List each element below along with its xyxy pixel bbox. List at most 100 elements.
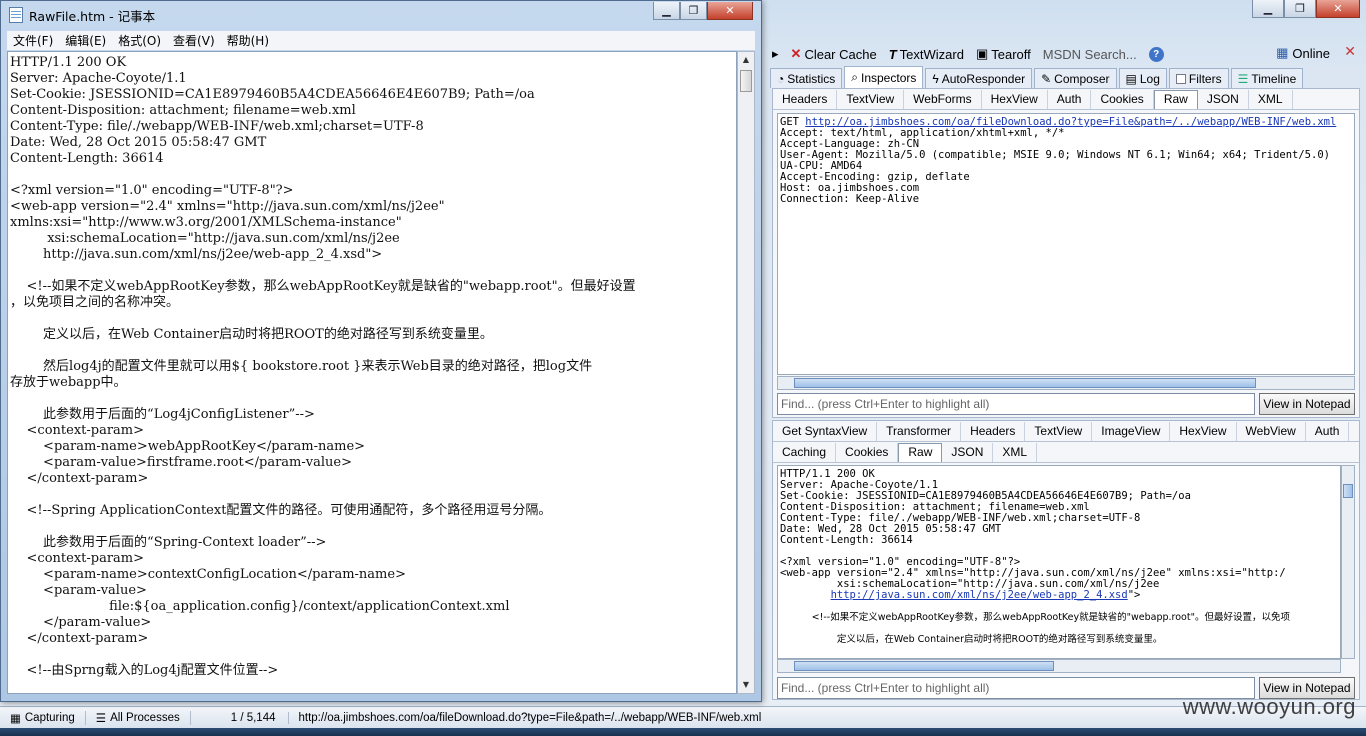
online-indicator[interactable]: ▦ Online: [1276, 45, 1330, 61]
statistics-icon: ◔: [777, 71, 785, 86]
tab-filters[interactable]: Filters: [1168, 68, 1229, 88]
response-raw-text[interactable]: HTTP/1.1 200 OK Server: Apache-Coyote/1.…: [777, 465, 1341, 659]
maximize-icon[interactable]: ❐: [1284, 0, 1316, 18]
taskbar: [0, 728, 1366, 736]
session-count: 1 / 5,144: [191, 711, 289, 724]
lightning-icon: ϟ: [932, 71, 939, 86]
resp-tab-imageview[interactable]: ImageView: [1092, 421, 1171, 441]
resp-tab-get-syntaxview[interactable]: Get SyntaxView: [773, 421, 878, 441]
response-body-head: HTTP/1.1 200 OK Server: Apache-Coyote/1.…: [780, 468, 1286, 590]
req-tab-webforms[interactable]: WebForms: [904, 89, 982, 109]
response-vscroll-thumb[interactable]: [1343, 484, 1353, 498]
log-icon: ▤: [1125, 71, 1137, 86]
composer-icon: ✎: [1041, 71, 1052, 86]
response-xsd-link[interactable]: http://java.sun.com/xml/ns/j2ee/web-app_…: [831, 589, 1128, 601]
req-tab-json[interactable]: JSON: [1198, 89, 1249, 109]
menu-format[interactable]: 格式(O): [112, 32, 167, 49]
textwizard-button[interactable]: T TextWizard: [889, 47, 964, 62]
response-body-comment2: 定义以后，在Web Container启动时将把ROOT的绝对路径写到系统变量里…: [836, 634, 1163, 645]
notepad-window-controls: ▁ ❐ ✕: [653, 2, 753, 20]
resp-tab-cookies[interactable]: Cookies: [836, 442, 899, 462]
menu-view[interactable]: 查看(V): [167, 32, 221, 49]
capture-icon: ▦: [10, 712, 21, 725]
menu-file[interactable]: 文件(F): [7, 32, 59, 49]
help-icon[interactable]: ?: [1148, 46, 1164, 62]
notepad-vscroll-thumb[interactable]: [740, 70, 752, 92]
toolbar-overflow-icon[interactable]: ▸: [772, 46, 779, 62]
inspectors-icon: ⌕: [851, 70, 858, 84]
resp-tab-hexview[interactable]: HexView: [1170, 421, 1237, 441]
request-findbar: Find... (press Ctrl+Enter to highlight a…: [777, 393, 1355, 415]
minimize-icon[interactable]: ▁: [1252, 0, 1284, 18]
msdn-search-input[interactable]: MSDN Search...: [1043, 47, 1137, 62]
req-tab-auth[interactable]: Auth: [1048, 89, 1092, 109]
req-tab-cookies[interactable]: Cookies: [1091, 89, 1154, 109]
notepad-minimize-icon[interactable]: ▁: [653, 2, 680, 20]
notepad-menubar: 文件(F) 编辑(E) 格式(O) 查看(V) 帮助(H): [7, 31, 755, 50]
clear-cache-icon: ✕: [790, 46, 802, 61]
resp-tab-transformer[interactable]: Transformer: [877, 421, 962, 441]
scroll-up-icon[interactable]: ▲: [738, 52, 754, 68]
req-tab-textview[interactable]: TextView: [837, 89, 905, 109]
fiddler-window-controls: ▁ ❐ ✕: [1252, 0, 1360, 20]
capturing-toggle[interactable]: ▦ Capturing: [0, 710, 86, 725]
tearoff-icon: ▣: [975, 46, 989, 61]
tab-autoresponder[interactable]: ϟ AutoResponder: [925, 68, 1033, 88]
response-inspector: Get SyntaxView Transformer Headers TextV…: [772, 420, 1360, 700]
notepad-text-area[interactable]: HTTP/1.1 200 OK Server: Apache-Coyote/1.…: [7, 51, 737, 694]
req-tab-hexview[interactable]: HexView: [982, 89, 1048, 109]
request-raw-text[interactable]: GET http://oa.jimbshoes.com/oa/fileDownl…: [777, 113, 1355, 375]
response-hscrollbar[interactable]: [777, 659, 1341, 673]
notepad-app-icon: [9, 7, 23, 23]
resp-tab-textview[interactable]: TextView: [1025, 421, 1093, 441]
scroll-down-icon[interactable]: ▼: [738, 677, 754, 693]
clear-cache-button[interactable]: ✕ Clear Cache: [791, 46, 877, 62]
resp-tab-webview[interactable]: WebView: [1237, 421, 1306, 441]
tab-log[interactable]: ▤ Log: [1118, 68, 1167, 88]
tab-statistics[interactable]: ◔ Statistics: [770, 68, 843, 88]
resp-tab-xml[interactable]: XML: [993, 442, 1038, 462]
resp-tab-json[interactable]: JSON: [942, 442, 994, 462]
response-vscrollbar[interactable]: [1341, 465, 1355, 659]
resp-tab-auth[interactable]: Auth: [1306, 421, 1350, 441]
req-tab-xml[interactable]: XML: [1249, 89, 1293, 109]
request-hscroll-thumb[interactable]: [794, 378, 1256, 388]
watermark: www.wooyun.org: [1182, 694, 1356, 719]
tab-composer[interactable]: ✎ Composer: [1034, 68, 1117, 88]
request-headers: Accept: text/html, application/xhtml+xml…: [780, 127, 1330, 205]
req-tab-raw[interactable]: Raw: [1153, 89, 1198, 109]
notepad-title: RawFile.htm - 记事本: [29, 8, 156, 24]
resp-tab-raw[interactable]: Raw: [898, 442, 943, 462]
close-session-icon[interactable]: ✕: [1344, 44, 1356, 60]
tab-timeline[interactable]: ☰ Timeline: [1230, 68, 1304, 88]
request-hscrollbar[interactable]: [777, 376, 1355, 390]
response-body-link-tail: ">: [1127, 589, 1141, 601]
notepad-window: RawFile.htm - 记事本 ▁ ❐ ✕ 文件(F) 编辑(E) 格式(O…: [0, 0, 762, 702]
request-tabs: Headers TextView WebForms HexView Auth C…: [773, 89, 1359, 110]
request-inspector: Headers TextView WebForms HexView Auth C…: [772, 88, 1360, 418]
fiddler-status-bar: ▦ Capturing ☰ All Processes 1 / 5,144 http…: [0, 706, 1366, 728]
request-view-in-notepad-button[interactable]: View in Notepad: [1259, 393, 1355, 415]
request-find-input[interactable]: Find... (press Ctrl+Enter to highlight a…: [777, 393, 1255, 415]
tab-inspectors[interactable]: ⌕ Inspectors: [844, 66, 924, 88]
process-filter-icon: ☰: [95, 712, 107, 725]
process-filter[interactable]: ☰ All Processes: [86, 710, 191, 725]
notepad-vscrollbar[interactable]: ▲ ▼: [737, 51, 755, 694]
response-hscroll-thumb[interactable]: [794, 661, 1054, 671]
menu-edit[interactable]: 编辑(E): [59, 32, 112, 49]
notepad-maximize-icon[interactable]: ❐: [680, 2, 707, 20]
response-tabs-row2: Caching Cookies Raw JSON XML: [773, 442, 1359, 463]
resp-tab-caching[interactable]: Caching: [773, 442, 837, 462]
tearoff-button[interactable]: ▣ Tearoff: [976, 46, 1031, 62]
response-tabs-row1: Get SyntaxView Transformer Headers TextV…: [773, 421, 1359, 442]
resp-tab-headers[interactable]: Headers: [961, 421, 1026, 441]
filters-checkbox[interactable]: [1175, 73, 1186, 84]
response-body-comment1: <!--如果不定义webAppRootKey参数，那么webAppRootKey…: [811, 612, 1290, 623]
close-icon[interactable]: ✕: [1316, 0, 1360, 18]
notepad-content: HTTP/1.1 200 OK Server: Apache-Coyote/1.…: [10, 55, 636, 678]
notepad-close-icon[interactable]: ✕: [707, 2, 753, 20]
menu-help[interactable]: 帮助(H): [221, 32, 275, 49]
req-tab-headers[interactable]: Headers: [773, 89, 838, 109]
textwizard-icon: T: [888, 46, 897, 62]
notepad-titlebar[interactable]: RawFile.htm - 记事本: [1, 1, 761, 29]
